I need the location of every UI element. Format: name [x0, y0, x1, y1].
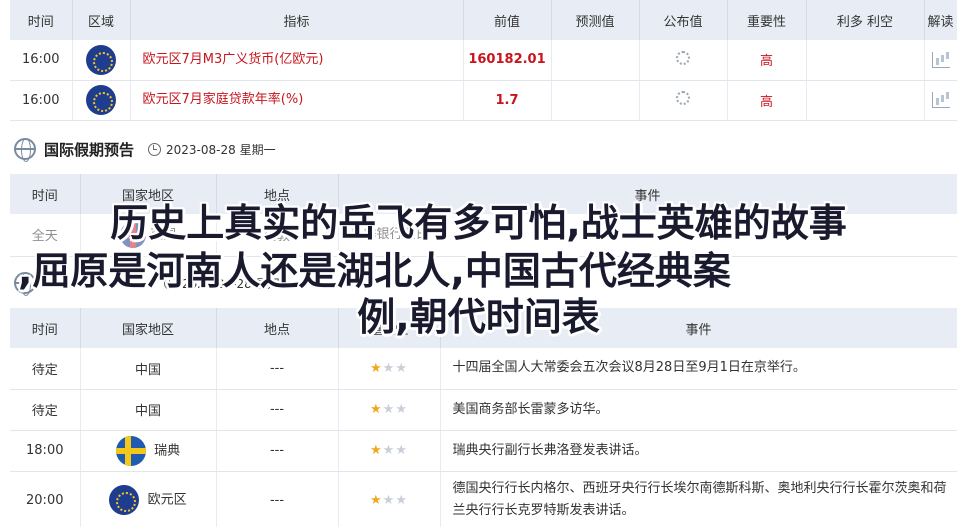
table-row[interactable]: 18:00 瑞典 --- ★★★ 瑞典央行副行长弗洛登发表讲话。 — [10, 430, 957, 472]
loading-icon — [676, 50, 690, 65]
chart-icon[interactable] — [931, 92, 950, 108]
star-empty-icon: ★★ — [382, 443, 408, 458]
row-place: --- — [216, 348, 339, 390]
importance-stars: ★★★ — [338, 389, 441, 431]
table-row[interactable]: 待定 中国 --- ★★★ 美国商务部长雷蒙多访华。 — [10, 389, 957, 431]
importance-value: 高 — [727, 40, 807, 81]
economic-calendar-table: 时间 区域 指标 前值 预测值 公布值 重要性 利多 利空 解读 16:00 欧… — [10, 0, 957, 121]
star-filled-icon: ★ — [370, 360, 383, 376]
loading-icon — [676, 91, 690, 105]
globe-icon — [14, 138, 36, 162]
star-empty-icon: ★★ — [382, 402, 408, 417]
col-header-region: 区域 — [72, 0, 131, 40]
forecast-value — [551, 40, 640, 81]
table-row[interactable]: 待定 中国 --- ★★★ 十四届全国人大常委会五次会议8月28日至9月1日在京… — [10, 348, 957, 390]
holiday-section-title: 国际假期预告 — [44, 140, 135, 159]
importance-value: 高 — [727, 80, 807, 121]
star-empty-icon: ★★ — [382, 492, 408, 508]
col-header-indicator: 指标 — [130, 0, 464, 40]
impact-value — [806, 80, 925, 121]
overlay-headline-line-1: 历史上真实的岳飞有多可怕,战士英雄的故事 — [110, 201, 847, 245]
row-place: --- — [216, 471, 339, 527]
col-header-importance: 重要性 — [727, 0, 807, 40]
row-time: 16:00 — [10, 80, 73, 121]
sweden-flag-icon — [115, 435, 146, 466]
overlay-headline-line-2: ,屈原是河南人还是湖北人,中国古代经典案 — [18, 249, 731, 293]
row-event: 美国商务部长雷蒙多访华。 — [440, 389, 957, 431]
col-header-actual: 公布值 — [639, 0, 728, 40]
table-row[interactable]: 20:00 欧元区 --- ★★★ 德国央行行长内格尔、西班牙央行行长埃尔南德斯… — [10, 471, 957, 527]
row-event: 瑞典央行副行长弗洛登发表讲话。 — [440, 430, 957, 472]
row-time: 20:00 — [10, 471, 81, 527]
row-country: 欧元区 — [147, 492, 187, 508]
previous-value: 160182.01 — [463, 40, 552, 81]
events-table: 时间 国家地区 地点 重要性 事件 待定 中国 --- ★★★ 十四届全国人大常… — [10, 308, 957, 527]
previous-value: 1.7 — [463, 80, 552, 121]
importance-stars: ★★★ — [338, 348, 441, 390]
star-filled-icon: ★ — [370, 402, 383, 417]
overlay-headline-line-3: 例,朝代时间表 — [357, 295, 600, 339]
star-filled-icon: ★ — [370, 443, 383, 458]
chart-icon[interactable] — [931, 51, 950, 68]
importance-stars: ★★★ — [338, 471, 441, 527]
holiday-section-date: 2023-08-28 星期一 — [166, 142, 276, 157]
row-country: 中国 — [80, 348, 217, 390]
col-header-previous: 前值 — [463, 0, 552, 40]
col-header-impact: 利多 利空 — [806, 0, 925, 40]
row-place: --- — [216, 389, 339, 431]
impact-value — [806, 40, 925, 81]
row-time: 待定 — [10, 348, 81, 390]
star-filled-icon: ★ — [370, 492, 383, 508]
importance-stars: ★★★ — [338, 430, 441, 472]
row-country: 中国 — [80, 389, 217, 431]
row-time: 待定 — [10, 389, 81, 431]
forecast-value — [551, 80, 640, 121]
economic-table-header: 时间 区域 指标 前值 预测值 公布值 重要性 利多 利空 解读 — [10, 0, 957, 40]
row-country: 瑞典 — [154, 443, 181, 458]
col-header-analysis: 解读 — [924, 0, 957, 40]
row-event: 德国央行行长内格尔、西班牙央行行长埃尔南德斯科斯、奥地利央行行长霍尔茨奥和荷兰央… — [440, 471, 957, 527]
col-header-forecast: 预测值 — [551, 0, 640, 40]
star-empty-icon: ★★ — [382, 360, 408, 376]
table-row[interactable]: 16:00 欧元区7月M3广义货币(亿欧元) 160182.01 高 — [10, 40, 957, 81]
indicator-link[interactable]: 欧元区7月M3广义货币(亿欧元) — [130, 40, 464, 81]
table-row[interactable]: 16:00 欧元区7月家庭贷款年率(%) 1.7 高 — [10, 80, 957, 121]
eu-flag-icon — [86, 85, 116, 115]
col-header-time: 时间 — [10, 0, 73, 40]
row-event: 十四届全国人大常委会五次会议8月28日至9月1日在京举行。 — [440, 348, 957, 390]
row-time: 18:00 — [10, 430, 81, 472]
eu-flag-icon — [86, 44, 116, 75]
holiday-section-header: 国际假期预告 2023-08-28 星期一 — [14, 134, 276, 164]
row-time: 16:00 — [10, 40, 73, 81]
indicator-link[interactable]: 欧元区7月家庭贷款年率(%) — [130, 80, 464, 121]
row-place: --- — [216, 430, 339, 472]
clock-icon — [148, 142, 162, 156]
eu-flag-icon — [109, 485, 140, 515]
